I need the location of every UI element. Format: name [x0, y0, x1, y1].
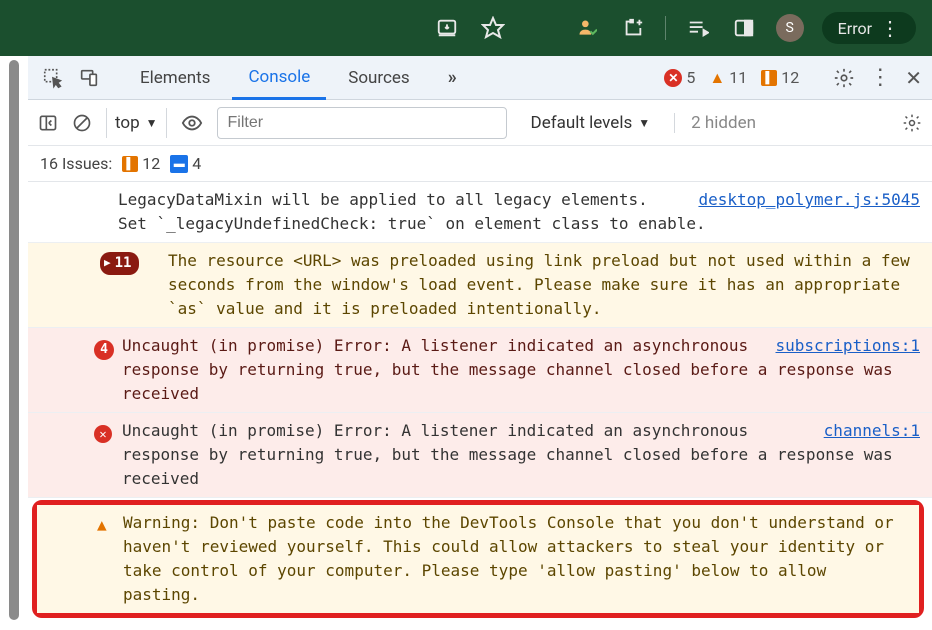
issues-bar[interactable]: 16 Issues: ▌ 12 ▬ 4 — [28, 146, 932, 182]
playlist-icon[interactable] — [684, 14, 712, 42]
devtools-main: Elements Console Sources » ✕ 5 ▲ 11 ▌ 12 — [28, 56, 932, 630]
hidden-count[interactable]: 2 hidden — [674, 113, 756, 133]
issues-label: 16 Issues: — [40, 154, 112, 173]
console-log-area: desktop_polymer.js:5045 LegacyDataMixin … — [28, 182, 932, 630]
levels-selector[interactable]: Default levels ▼ — [521, 113, 661, 133]
source-link[interactable]: subscriptions:1 — [776, 334, 921, 358]
source-link[interactable]: channels:1 — [824, 419, 920, 443]
scrollbar-thumb[interactable] — [9, 60, 19, 620]
console-filter-bar: top ▼ Default levels ▼ 2 hidden — [28, 100, 932, 146]
context-label: top — [115, 113, 140, 133]
filter-input[interactable] — [217, 107, 507, 139]
avatar[interactable]: S — [776, 14, 804, 42]
log-text: LegacyDataMixin will be applied to all l… — [118, 190, 706, 233]
chevron-down-icon: ▼ — [146, 116, 158, 130]
warning-count-value: 11 — [729, 68, 747, 87]
error-pill-label: Error — [838, 19, 872, 38]
profile-icon[interactable] — [573, 14, 601, 42]
kebab-menu-icon[interactable]: ⋮ — [869, 67, 891, 89]
toolbar-divider — [665, 16, 666, 40]
browser-toolbar: S Error ⋮ — [0, 0, 932, 56]
source-link[interactable]: desktop_polymer.js:5045 — [698, 188, 920, 212]
error-count-badge: 4 — [94, 336, 114, 360]
close-icon[interactable]: ✕ — [905, 68, 922, 88]
scrollbar-gutter — [0, 56, 28, 630]
error-pill[interactable]: Error ⋮ — [822, 12, 916, 44]
console-settings-icon[interactable] — [902, 113, 922, 133]
log-count-badge: ▶11 — [100, 249, 139, 275]
clear-console-icon[interactable] — [72, 113, 92, 133]
error-count[interactable]: ✕ 5 — [664, 68, 695, 87]
settings-icon[interactable] — [833, 67, 855, 89]
log-entry[interactable]: ▲ Warning: Don't paste code into the Dev… — [37, 505, 919, 613]
log-text: The resource <URL> was preloaded using l… — [168, 251, 910, 318]
log-text: Uncaught (in promise) Error: A listener … — [122, 421, 893, 488]
error-icon: ✕ — [664, 69, 682, 87]
info-count[interactable]: ▌ 12 — [761, 68, 799, 87]
levels-label: Default levels — [531, 113, 633, 133]
paste-warning-highlight: ▲ Warning: Don't paste code into the Dev… — [32, 500, 924, 618]
info-flag-icon: ▌ — [761, 70, 777, 86]
star-icon[interactable] — [479, 14, 507, 42]
log-entry[interactable]: ▶11 The resource <URL> was preloaded usi… — [28, 243, 932, 328]
issue-chat-icon: ▬ — [170, 155, 188, 173]
log-entry[interactable]: 4 subscriptions:1 Uncaught (in promise) … — [28, 328, 932, 413]
info-count-value: 12 — [781, 68, 799, 87]
log-text: Warning: Don't paste code into the DevTo… — [123, 513, 894, 604]
devtools-panel: Elements Console Sources » ✕ 5 ▲ 11 ▌ 12 — [0, 56, 932, 630]
warning-icon: ▲ — [709, 68, 725, 88]
log-entry[interactable]: ✕ channels:1 Uncaught (in promise) Error… — [28, 413, 932, 498]
tab-elements[interactable]: Elements — [124, 58, 226, 98]
issue-flag-count: 12 — [142, 154, 160, 173]
live-expression-icon[interactable] — [181, 112, 203, 134]
error-x-icon: ✕ — [94, 421, 112, 445]
devtools-tab-bar: Elements Console Sources » ✕ 5 ▲ 11 ▌ 12 — [28, 56, 932, 100]
menu-dots-icon: ⋮ — [880, 18, 900, 38]
tab-more[interactable]: » — [432, 57, 473, 98]
install-icon[interactable] — [433, 14, 461, 42]
log-entry[interactable]: desktop_polymer.js:5045 LegacyDataMixin … — [28, 182, 932, 243]
issue-chat-count: 4 — [192, 154, 201, 173]
error-count-value: 5 — [686, 68, 695, 87]
tab-console[interactable]: Console — [232, 57, 326, 100]
device-toggle-icon[interactable] — [74, 63, 104, 93]
inspect-element-icon[interactable] — [38, 63, 68, 93]
warning-triangle-icon: ▲ — [97, 513, 107, 537]
sidepanel-icon[interactable] — [730, 14, 758, 42]
tab-sources[interactable]: Sources — [332, 58, 425, 98]
extensions-icon[interactable] — [619, 14, 647, 42]
chevron-down-icon: ▼ — [638, 116, 650, 130]
warning-count[interactable]: ▲ 11 — [709, 68, 747, 88]
context-selector[interactable]: top ▼ — [106, 108, 167, 138]
sidebar-toggle-icon[interactable] — [38, 113, 58, 133]
issue-flag-icon: ▌ — [122, 156, 138, 172]
